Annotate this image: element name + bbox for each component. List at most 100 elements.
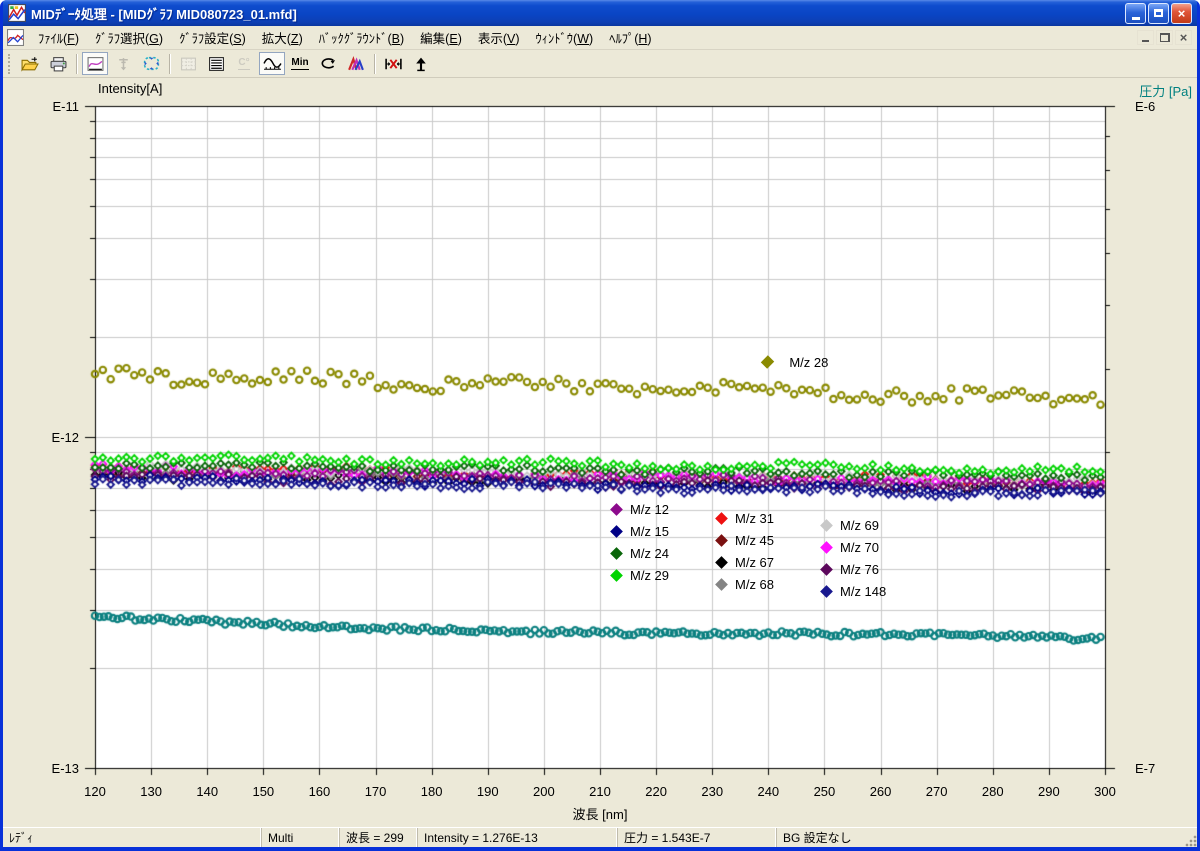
x-tick-label: 260 [856,784,906,799]
legend-label: M/z 68 [735,577,774,592]
toolbar-separator [169,54,170,74]
delete-points-button[interactable] [380,52,406,75]
mdi-restore-button[interactable] [1156,30,1173,45]
legend-label: M/z 15 [630,524,669,539]
series-annotation: M/z 28 [763,355,828,370]
legend-column-3: M/z 69M/z 70M/z 76M/z 148 [822,514,886,602]
min-scale-button[interactable]: Min [287,52,313,75]
status-wavelength: 波長 = 299 [340,828,418,847]
x-tick-label: 290 [1024,784,1074,799]
legend-item: M/z 76 [822,558,886,580]
open-file-button[interactable] [17,52,43,75]
legend-label: M/z 31 [735,511,774,526]
x-tick-label: 240 [743,784,793,799]
menu-items: ﾌｧｲﾙ(F)ｸﾞﾗﾌ選択(G)ｸﾞﾗﾌ設定(S)拡大(Z)ﾊﾞｯｸｸﾞﾗｳﾝﾄ… [30,25,660,50]
x-tick-label: 150 [238,784,288,799]
x-tick-label: 180 [407,784,457,799]
menu-item-F[interactable]: ﾌｧｲﾙ(F) [30,25,87,50]
right-axis-title: 圧力 [Pa] [1139,81,1192,100]
sine-wave-icon [263,56,282,72]
list-view-button[interactable] [203,52,229,75]
legend-label: M/z 69 [840,518,879,533]
rotate-refresh-button[interactable] [315,52,341,75]
legend-item: M/z 31 [717,507,774,529]
toolbar-separator [76,54,77,74]
legend-diamond-icon [820,563,833,576]
menu-item-S[interactable]: ｸﾞﾗﾌ設定(S) [171,25,254,50]
graph-display-button[interactable] [82,52,108,75]
delete-x-range-icon [384,56,403,72]
menu-item-Z[interactable]: 拡大(Z) [254,25,311,50]
status-pressure: 圧力 = 1.543E-7 [618,828,777,847]
mdi-close-button[interactable]: × [1175,30,1192,45]
annotation-diamond-icon [761,356,774,369]
menu-item-G[interactable]: ｸﾞﾗﾌ選択(G) [87,25,171,50]
maximize-button[interactable] [1148,3,1169,24]
up-arrow-icon [413,56,429,72]
close-icon: × [1178,7,1186,20]
legend-diamond-icon [610,525,623,538]
toolbar-grip[interactable] [8,54,11,74]
list-icon [208,56,225,72]
print-button[interactable] [45,52,71,75]
status-intensity: Intensity = 1.276E-13 [418,828,618,847]
left-decade-label: E-13 [31,761,79,776]
legend-diamond-icon [610,569,623,582]
resize-grip[interactable] [1181,828,1197,847]
app-window: MIDﾃﾞｰﾀ処理 - [MIDｸﾞﾗﾌ MID080723_01.mfd] ×… [0,0,1200,851]
close-button[interactable]: × [1171,3,1192,24]
x-tick-label: 170 [351,784,401,799]
document-chart-icon[interactable] [7,29,24,46]
smooth-curve-button[interactable] [259,52,285,75]
menu-bar: ﾌｧｲﾙ(F)ｸﾞﾗﾌ選択(G)ｸﾞﾗﾌ設定(S)拡大(Z)ﾊﾞｯｸｸﾞﾗｳﾝﾄ… [3,26,1197,50]
legend-diamond-icon [715,556,728,569]
x-tick-label: 200 [519,784,569,799]
right-decade-label: E-7 [1135,761,1183,776]
x-tick-label: 230 [687,784,737,799]
graph-icon [87,56,104,72]
x-tick-label: 220 [631,784,681,799]
x-tick-label: 160 [294,784,344,799]
celsius-icon: C° [238,58,249,70]
legend-label: M/z 29 [630,568,669,583]
legend-diamond-icon [715,512,728,525]
legend-item: M/z 29 [612,564,669,586]
legend-diamond-icon [820,541,833,554]
menu-item-H[interactable]: ﾍﾙﾌﾟ(H) [601,25,659,50]
export-up-button[interactable] [408,52,434,75]
legend-item: M/z 24 [612,542,669,564]
menu-item-E[interactable]: 編集(E) [412,25,470,50]
x-axis-title: 波長 [nm] [550,804,650,823]
status-bar: ﾚﾃﾞｨ Multi 波長 = 299 Intensity = 1.276E-1… [3,827,1197,847]
legend-item: M/z 148 [822,580,886,602]
menu-item-B[interactable]: ﾊﾞｯｸｸﾞﾗｳﾝﾄﾞ(B) [311,25,412,50]
legend-diamond-icon [820,585,833,598]
background-button[interactable] [343,52,369,75]
status-mode: Multi [262,828,340,847]
legend-item: M/z 12 [612,498,669,520]
legend-column-1: M/z 12 M/z 15 M/z 24 M/z 29 [612,498,669,586]
title-bar[interactable]: MIDﾃﾞｰﾀ処理 - [MIDｸﾞﾗﾌ MID080723_01.mfd] × [3,0,1197,26]
left-decade-label: E-11 [31,99,79,114]
status-background-setting: BG 設定なし [777,828,1181,847]
legend-label: M/z 24 [630,546,669,561]
legend-item: M/z 68 [717,573,774,595]
marker-adjust-icon [116,56,131,72]
resize-grip-icon [1185,835,1197,847]
x-tick-label: 130 [126,784,176,799]
legend-column-2: M/z 31M/z 45M/z 67M/z 68 [717,507,774,595]
legend-diamond-icon [610,503,623,516]
minimize-button[interactable] [1125,3,1146,24]
legend-item: M/z 45 [717,529,774,551]
mdi-minimize-button[interactable] [1137,30,1154,45]
chart-plot-canvas[interactable] [3,78,1197,827]
x-tick-label: 210 [575,784,625,799]
celsius-button: C° [231,52,257,75]
fit-view-button[interactable] [138,52,164,75]
menu-item-W[interactable]: ｳｨﾝﾄﾞｳ(W) [528,25,602,50]
multicolor-background-icon [347,56,365,72]
menu-item-V[interactable]: 表示(V) [470,25,528,50]
legend-label: M/z 148 [840,584,886,599]
grid-icon [180,56,197,72]
mdi-minimize-icon [1142,40,1149,42]
